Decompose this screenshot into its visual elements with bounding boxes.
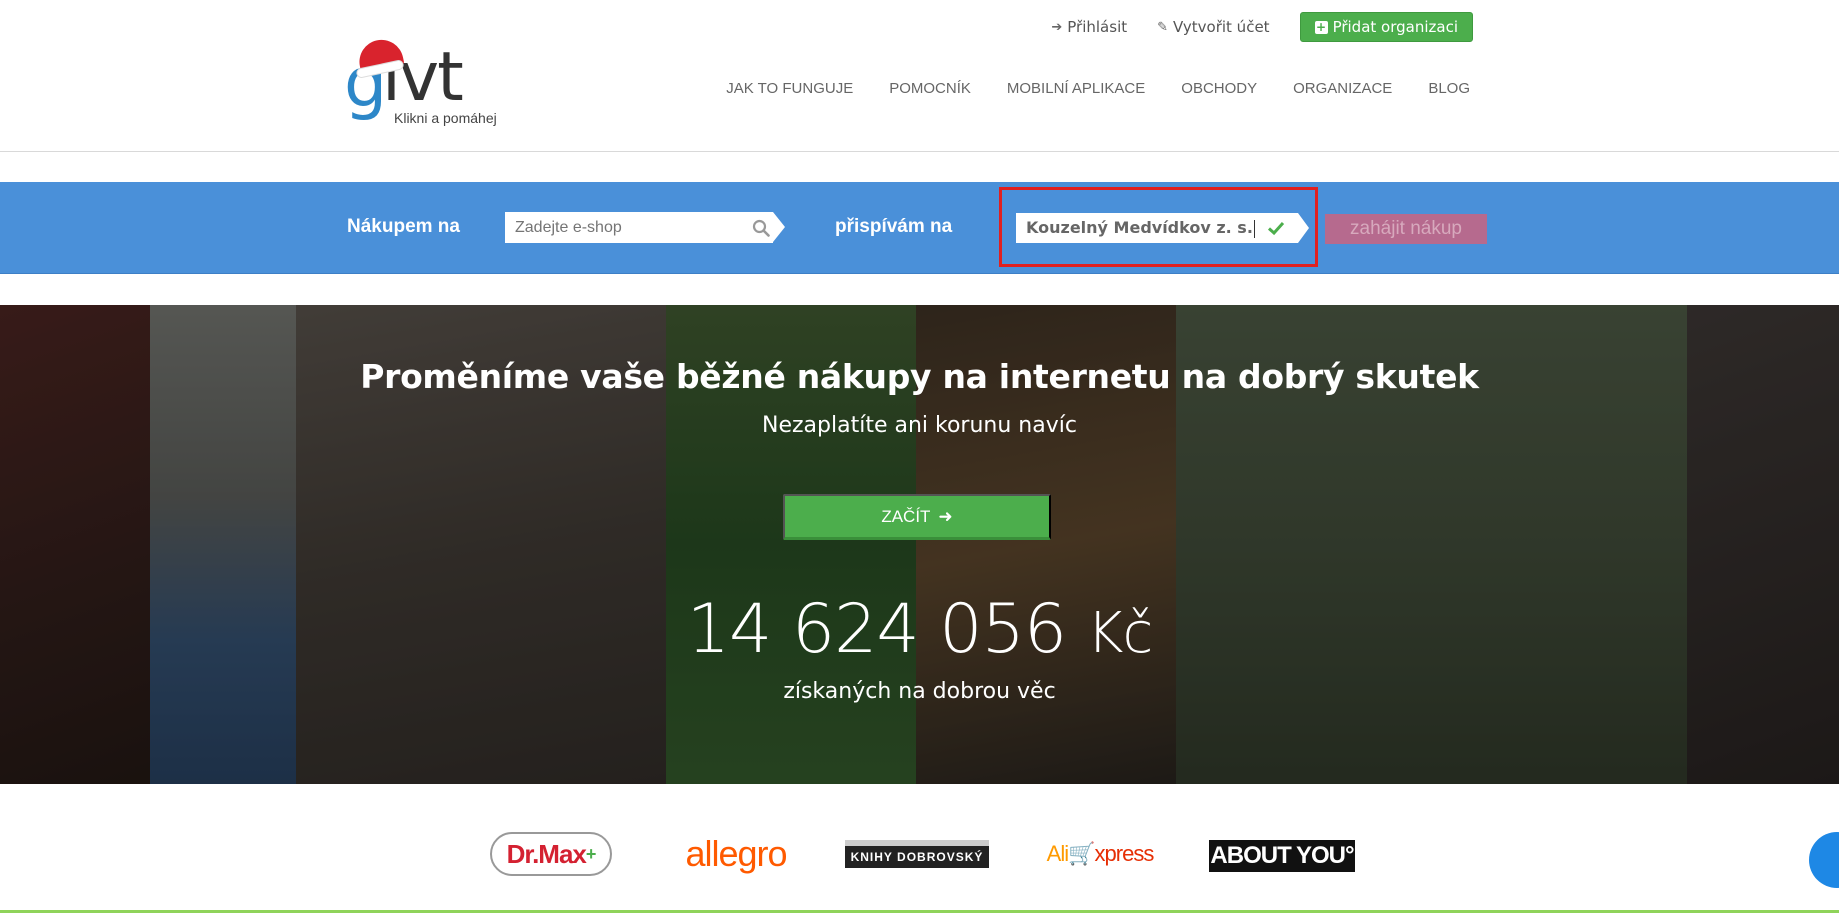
nav-item-obchody[interactable]: OBCHODY <box>1181 80 1257 97</box>
amount-caption: získaných na dobrou věc <box>783 679 1056 704</box>
aliexpress-logo[interactable]: Ali 🛒 xpress <box>1042 832 1158 876</box>
start-button[interactable]: ZAČÍT ➜ <box>783 494 1051 540</box>
selection-highlight <box>999 187 1318 267</box>
about-you-logo[interactable]: ABOUT YOU° <box>1209 840 1355 872</box>
nav-item-organizace[interactable]: ORGANIZACE <box>1293 80 1392 97</box>
logo-tagline: Klikni a pomáhej <box>394 110 497 126</box>
hero-title: Proměníme vaše běžné nákupy na internetu… <box>360 357 1479 396</box>
org-label: přispívám na <box>835 216 953 237</box>
knihy-dobrovsky-logo[interactable]: KNIHY DOBROVSKÝ <box>845 840 989 868</box>
nav-item-mobilni-aplikace[interactable]: MOBILNÍ APLIKACE <box>1007 80 1145 97</box>
drmax-plus-icon: + <box>585 843 596 864</box>
hero-subtitle: Nezaplatíte ani korunu navíc <box>762 413 1077 438</box>
shop-label: Nákupem na <box>347 216 460 237</box>
login-link[interactable]: ➔ Přihlásit <box>1051 18 1127 36</box>
arrow-right-icon: ➜ <box>938 506 953 526</box>
login-label: Přihlásit <box>1067 18 1128 36</box>
givt-logo[interactable]: g ivt Klikni a pomáhej <box>344 35 514 140</box>
hero-section: Proměníme vaše běžné nákupy na internetu… <box>0 305 1839 784</box>
search-band: Nákupem na přispívám na <box>0 182 1839 274</box>
shop-search-input[interactable] <box>505 212 773 243</box>
allegro-logo[interactable]: allegro <box>676 832 796 876</box>
amount-currency: Kč <box>1086 601 1154 666</box>
drmax-logo[interactable]: Dr.Max + <box>490 832 612 876</box>
nav-item-blog[interactable]: BLOG <box>1428 80 1470 97</box>
main-nav: JAK TO FUNGUJE POMOCNÍK MOBILNÍ APLIKACE… <box>726 80 1470 97</box>
edit-icon: ✎ <box>1157 19 1169 35</box>
start-button-label: ZAČÍT <box>881 506 931 526</box>
register-label: Vytvořit účet <box>1173 18 1270 36</box>
top-bar: ➔ Přihlásit ✎ Vytvořit účet + Přidat org… <box>1051 12 1473 42</box>
shopping-cart-icon: 🛒 <box>1068 841 1095 866</box>
aliexpress-logo-prefix: Ali <box>1046 841 1069 866</box>
plus-square-icon: + <box>1314 19 1328 34</box>
shop-logos-strip: Dr.Max + allegro KNIHY DOBROVSKÝ Ali 🛒 xp… <box>0 800 1839 913</box>
raised-amount: 14 624 056 Kč <box>0 590 1839 669</box>
start-shopping-button[interactable]: zahájit nákup <box>1325 214 1487 244</box>
nav-item-pomocnik[interactable]: POMOCNÍK <box>889 80 971 97</box>
add-organization-label: Přidat organizaci <box>1332 18 1458 36</box>
search-icon[interactable] <box>752 219 770 237</box>
register-link[interactable]: ✎ Vytvořit účet <box>1157 18 1269 36</box>
sign-in-icon: ➔ <box>1051 19 1063 35</box>
aliexpress-logo-suffix: xpress <box>1094 841 1155 866</box>
nav-item-jak-to-funguje[interactable]: JAK TO FUNGUJE <box>726 80 853 97</box>
add-organization-button[interactable]: + Přidat organizaci <box>1299 12 1473 42</box>
shop-input-arrow <box>773 212 785 242</box>
drmax-logo-text: Dr.Max <box>506 838 587 869</box>
amount-value: 14 624 056 <box>686 590 1067 669</box>
site-header: ➔ Přihlásit ✎ Vytvořit účet + Přidat org… <box>0 0 1839 152</box>
